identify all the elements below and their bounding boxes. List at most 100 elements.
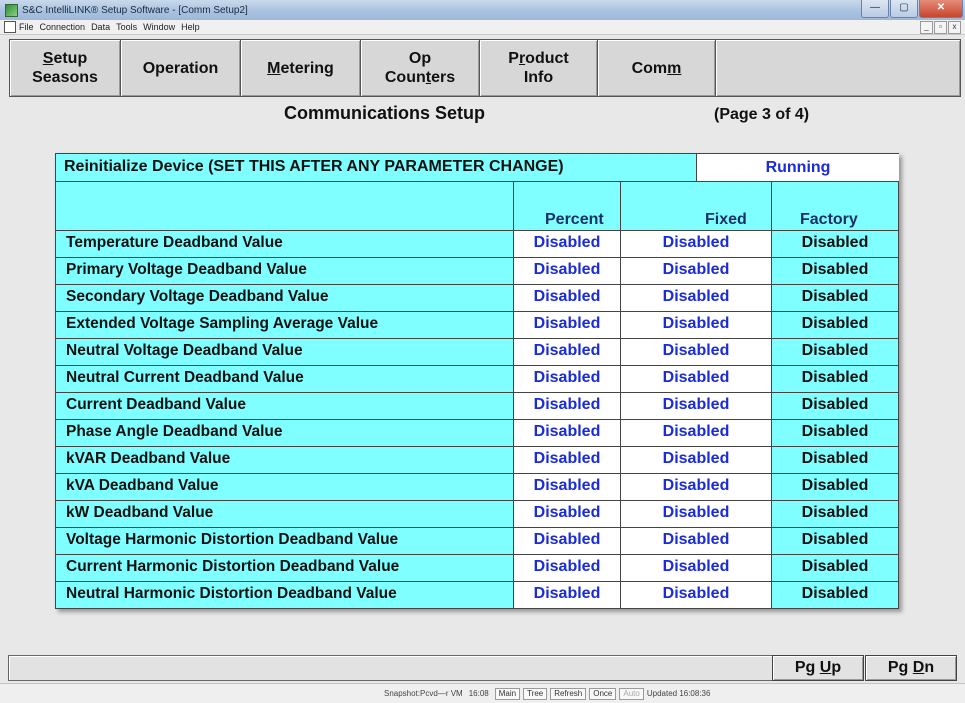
fixed-value-field[interactable]: Disabled (621, 261, 771, 279)
refresh-button[interactable]: Refresh (550, 687, 587, 700)
row-divider (56, 311, 898, 312)
page-up-button[interactable]: Pg Up (772, 655, 864, 681)
window-title: S&C IntelliLINK® Setup Software - [Comm … (22, 4, 248, 16)
percent-value-field[interactable]: Disabled (514, 369, 620, 387)
tab-product-info-line1a: P (508, 50, 519, 67)
snapshot-label: Snapshot:Pcvd—r VM (384, 689, 463, 698)
factory-value: Disabled (801, 396, 869, 413)
percent-value-field[interactable]: Disabled (514, 504, 620, 522)
tree-button[interactable]: Tree (523, 687, 548, 700)
row-label: kVAR Deadband Value (66, 450, 231, 467)
factory-value: Disabled (801, 423, 869, 440)
tab-op-counters-line2b: ers (431, 69, 456, 86)
tab-comm-label: Com (631, 59, 668, 77)
menu-help[interactable]: Help (181, 22, 200, 32)
row-divider (56, 554, 898, 555)
percent-value-field[interactable]: Disabled (514, 558, 620, 576)
fixed-value-field[interactable]: Disabled (621, 396, 771, 414)
menu-file[interactable]: File (19, 22, 34, 32)
percent-value-field[interactable]: Disabled (514, 477, 620, 495)
row-divider (56, 392, 898, 393)
once-button[interactable]: Once (589, 687, 617, 700)
tab-metering[interactable]: Metering (240, 39, 361, 97)
percent-value-field[interactable]: Disabled (514, 315, 620, 333)
fixed-value-field[interactable]: Disabled (621, 369, 771, 387)
header-percent: Percent (545, 211, 604, 228)
row-divider (56, 581, 898, 582)
reinitialize-status-field[interactable]: Running (696, 154, 899, 181)
row-divider (56, 527, 898, 528)
row-divider (56, 446, 898, 447)
fixed-value-field[interactable]: Disabled (621, 315, 771, 333)
row-divider (56, 473, 898, 474)
page-down-label-rest: n (924, 659, 935, 676)
percent-value-field[interactable]: Disabled (514, 234, 620, 252)
tab-metering-hotkey: M (267, 59, 281, 77)
tab-setup-seasons-hotkey: S (42, 50, 54, 67)
row-divider (56, 257, 898, 258)
factory-value: Disabled (801, 342, 869, 359)
fixed-value-field[interactable]: Disabled (621, 477, 771, 495)
main-button[interactable]: Main (494, 687, 521, 700)
row-divider (56, 365, 898, 366)
close-button[interactable]: ✕ (919, 0, 963, 18)
tab-op-counters-line2a: Coun (384, 69, 426, 86)
menu-window[interactable]: Window (143, 22, 175, 32)
percent-value-field[interactable]: Disabled (514, 396, 620, 414)
page-up-label: Pg (794, 659, 820, 676)
tab-blank (715, 39, 961, 97)
factory-value: Disabled (801, 234, 869, 251)
restore-button[interactable]: ▢ (890, 0, 918, 18)
tab-setup-seasons[interactable]: Setup Seasons (9, 39, 121, 97)
tab-product-info[interactable]: Product Info (479, 39, 598, 97)
factory-value: Disabled (801, 531, 869, 548)
fixed-value-field[interactable]: Disabled (621, 423, 771, 441)
fixed-value-field[interactable]: Disabled (621, 234, 771, 252)
row-label: Temperature Deadband Value (66, 234, 283, 251)
nav-tabs: Setup Seasons Operation Metering Op Coun… (9, 39, 961, 97)
row-label: Primary Voltage Deadband Value (66, 261, 307, 278)
fixed-value-field[interactable]: Disabled (621, 585, 771, 603)
fixed-value-field[interactable]: Disabled (621, 342, 771, 360)
mdi-minimize-button[interactable]: _ (920, 21, 933, 34)
percent-value-field[interactable]: Disabled (514, 531, 620, 549)
percent-value-field[interactable]: Disabled (514, 261, 620, 279)
page-down-button[interactable]: Pg Dn (865, 655, 957, 681)
tab-metering-label: etering (280, 59, 334, 77)
tab-op-counters[interactable]: Op Counters (360, 39, 480, 97)
fixed-value-field[interactable]: Disabled (621, 504, 771, 522)
percent-value-field[interactable]: Disabled (514, 450, 620, 468)
tab-setup-seasons-line1: etup (53, 50, 88, 67)
auto-button[interactable]: Auto (619, 687, 644, 700)
menu-tools[interactable]: Tools (116, 22, 137, 32)
bottom-status-strip: Snapshot:Pcvd—r VM 16:08 Main Tree Refre… (0, 683, 965, 703)
factory-value: Disabled (801, 477, 869, 494)
reinitialize-row: Reinitialize Device (SET THIS AFTER ANY … (56, 154, 899, 182)
header-fixed: Fixed (705, 211, 747, 228)
factory-value: Disabled (801, 585, 869, 602)
percent-value-field[interactable]: Disabled (514, 423, 620, 441)
percent-value-field[interactable]: Disabled (514, 288, 620, 306)
page-title: Communications Setup (284, 103, 486, 123)
mdi-close-button[interactable]: x (948, 21, 961, 34)
factory-value: Disabled (801, 558, 869, 575)
menu-data[interactable]: Data (91, 22, 110, 32)
fixed-value-field[interactable]: Disabled (621, 288, 771, 306)
mdi-restore-button[interactable]: ▫ (934, 21, 947, 34)
tab-comm[interactable]: Comm (597, 39, 716, 97)
row-label: Secondary Voltage Deadband Value (66, 288, 329, 305)
tab-operation[interactable]: Operation (120, 39, 241, 97)
factory-value: Disabled (801, 315, 869, 332)
minimize-button[interactable]: — (861, 0, 889, 18)
percent-value-field[interactable]: Disabled (514, 342, 620, 360)
menu-connection[interactable]: Connection (40, 22, 86, 32)
tab-comm-hotkey: m (667, 59, 682, 77)
fixed-value-field[interactable]: Disabled (621, 531, 771, 549)
row-label: kVA Deadband Value (66, 477, 219, 494)
percent-value-field[interactable]: Disabled (514, 585, 620, 603)
tab-operation-label: Operation (142, 59, 219, 77)
fixed-value-field[interactable]: Disabled (621, 558, 771, 576)
document-icon (4, 21, 16, 33)
fixed-value-field[interactable]: Disabled (621, 450, 771, 468)
row-divider (56, 500, 898, 501)
